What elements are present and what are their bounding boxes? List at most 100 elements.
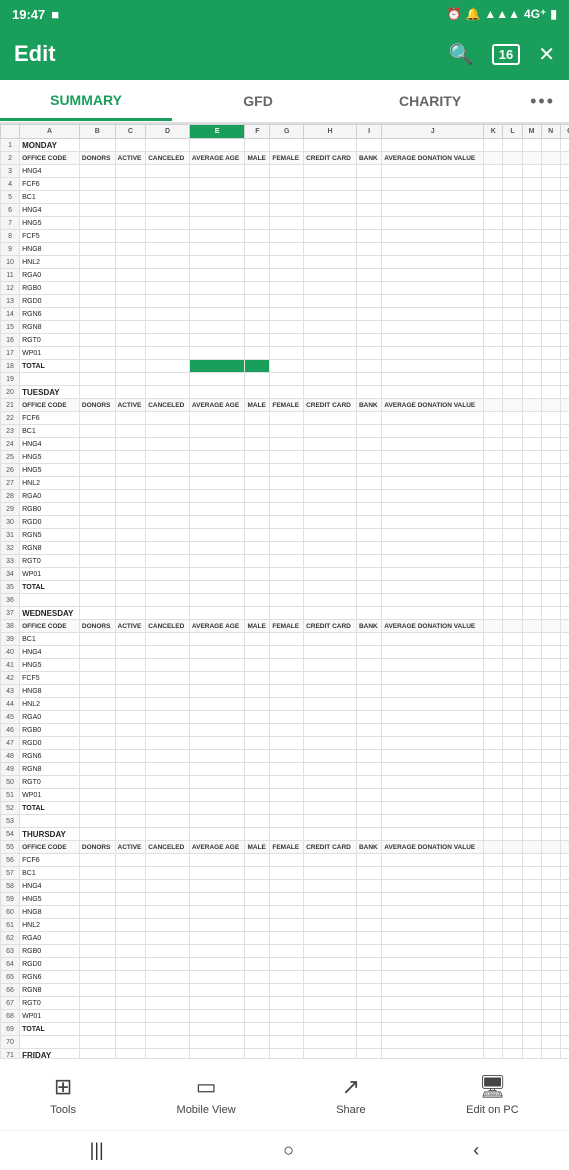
cell[interactable] xyxy=(356,763,381,776)
cell[interactable] xyxy=(115,477,146,490)
cell[interactable] xyxy=(245,490,270,503)
cell[interactable]: HNL2 xyxy=(20,477,80,490)
cell[interactable] xyxy=(356,1023,381,1036)
cell[interactable] xyxy=(270,178,304,191)
cell[interactable] xyxy=(245,269,270,282)
cell[interactable] xyxy=(245,646,270,659)
cell[interactable] xyxy=(189,789,245,802)
cell[interactable] xyxy=(541,815,560,828)
cell[interactable] xyxy=(522,282,541,295)
cell[interactable] xyxy=(146,581,190,594)
cell[interactable] xyxy=(484,269,503,282)
cell[interactable] xyxy=(560,906,569,919)
cell[interactable] xyxy=(382,178,484,191)
cell[interactable] xyxy=(522,802,541,815)
cell[interactable] xyxy=(382,724,484,737)
cell[interactable] xyxy=(189,646,245,659)
cell[interactable] xyxy=(115,1036,146,1049)
cell[interactable] xyxy=(484,204,503,217)
cell[interactable]: BANK xyxy=(356,399,381,412)
cell[interactable] xyxy=(146,204,190,217)
cell[interactable]: RGD0 xyxy=(20,516,80,529)
cell[interactable] xyxy=(189,659,245,672)
cell[interactable] xyxy=(503,516,522,529)
cell[interactable] xyxy=(560,1023,569,1036)
cell[interactable] xyxy=(115,828,146,841)
cell[interactable] xyxy=(270,1023,304,1036)
cell[interactable] xyxy=(522,334,541,347)
cell[interactable] xyxy=(503,815,522,828)
cell[interactable] xyxy=(270,984,304,997)
cell[interactable] xyxy=(146,490,190,503)
cell[interactable] xyxy=(245,594,270,607)
cell[interactable] xyxy=(541,607,560,620)
cell[interactable] xyxy=(484,880,503,893)
cell[interactable]: TOTAL xyxy=(20,360,80,373)
cell[interactable]: FCF6 xyxy=(20,854,80,867)
cell[interactable]: BANK xyxy=(356,152,381,165)
cell[interactable] xyxy=(522,490,541,503)
cell[interactable] xyxy=(304,204,357,217)
cell[interactable] xyxy=(560,165,569,178)
cell[interactable] xyxy=(484,542,503,555)
cell[interactable] xyxy=(541,633,560,646)
cell[interactable] xyxy=(484,529,503,542)
cell[interactable] xyxy=(304,321,357,334)
cell[interactable] xyxy=(503,308,522,321)
cell[interactable] xyxy=(522,230,541,243)
cell[interactable] xyxy=(189,555,245,568)
cell[interactable] xyxy=(382,529,484,542)
cell[interactable] xyxy=(245,984,270,997)
cell[interactable] xyxy=(382,308,484,321)
cell[interactable] xyxy=(270,854,304,867)
cell[interactable] xyxy=(382,815,484,828)
cell[interactable] xyxy=(146,1036,190,1049)
cell[interactable] xyxy=(189,607,245,620)
cell[interactable] xyxy=(115,490,146,503)
cell[interactable] xyxy=(503,464,522,477)
col-J[interactable]: J xyxy=(382,125,484,139)
cell[interactable] xyxy=(503,334,522,347)
cell[interactable] xyxy=(484,412,503,425)
cell[interactable] xyxy=(245,906,270,919)
cell[interactable] xyxy=(382,1010,484,1023)
cell[interactable] xyxy=(79,269,115,282)
cell[interactable]: RGA0 xyxy=(20,490,80,503)
cell[interactable] xyxy=(560,425,569,438)
cell[interactable] xyxy=(115,282,146,295)
cell[interactable]: WP01 xyxy=(20,789,80,802)
cell[interactable] xyxy=(560,841,569,854)
cell[interactable] xyxy=(304,802,357,815)
cell[interactable] xyxy=(484,477,503,490)
cell[interactable] xyxy=(541,854,560,867)
cell[interactable] xyxy=(522,438,541,451)
cell[interactable] xyxy=(270,932,304,945)
cell[interactable] xyxy=(522,828,541,841)
cell[interactable] xyxy=(503,789,522,802)
cell[interactable] xyxy=(503,932,522,945)
cell[interactable] xyxy=(270,750,304,763)
cell[interactable] xyxy=(79,464,115,477)
cell[interactable] xyxy=(146,945,190,958)
cell[interactable] xyxy=(304,230,357,243)
cell[interactable] xyxy=(522,750,541,763)
cell[interactable] xyxy=(356,217,381,230)
cell[interactable] xyxy=(115,269,146,282)
cell[interactable] xyxy=(484,503,503,516)
cell[interactable] xyxy=(245,997,270,1010)
cell[interactable] xyxy=(356,607,381,620)
cell[interactable] xyxy=(270,1010,304,1023)
cell[interactable] xyxy=(522,308,541,321)
cell[interactable] xyxy=(503,958,522,971)
cell[interactable] xyxy=(560,152,569,165)
cell[interactable] xyxy=(270,802,304,815)
cell[interactable] xyxy=(270,503,304,516)
cell[interactable] xyxy=(79,672,115,685)
cell[interactable] xyxy=(189,243,245,256)
cell[interactable] xyxy=(541,828,560,841)
cell[interactable] xyxy=(356,269,381,282)
cell[interactable] xyxy=(146,776,190,789)
cell[interactable] xyxy=(304,516,357,529)
cell[interactable] xyxy=(79,958,115,971)
cell[interactable] xyxy=(382,386,484,399)
